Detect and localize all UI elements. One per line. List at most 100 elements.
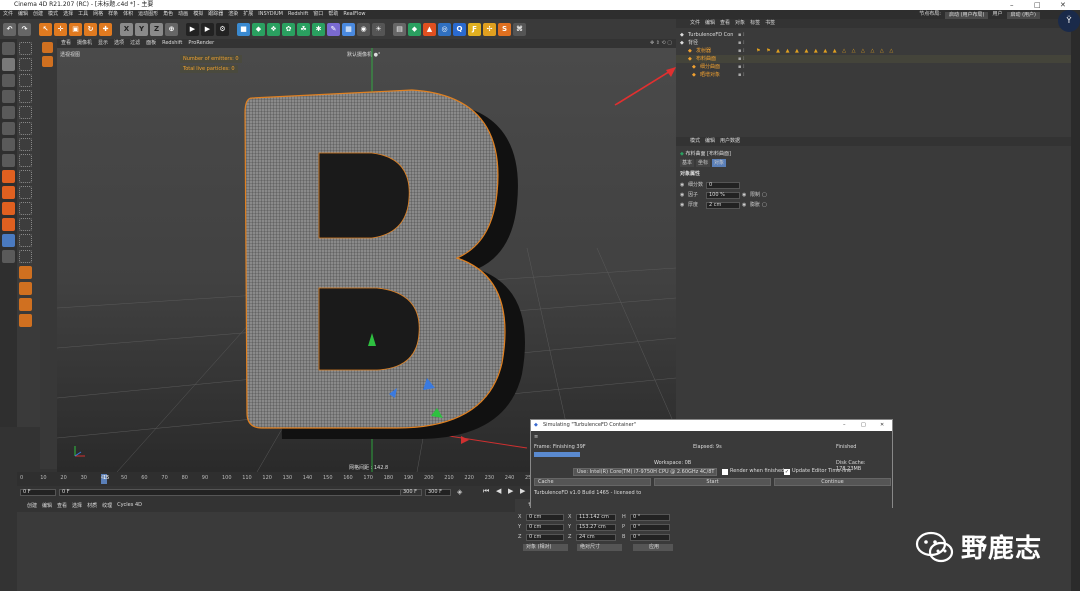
menu-item[interactable]: 创建 xyxy=(33,10,43,19)
effector-icon[interactable]: ✱ xyxy=(312,22,325,36)
spline-pen-icon[interactable]: ✎ xyxy=(327,22,340,36)
make-editable-icon[interactable] xyxy=(2,42,15,55)
material-menu-item[interactable]: 纹理 xyxy=(102,502,112,509)
menu-item[interactable]: 样条 xyxy=(108,10,118,19)
close-icon[interactable]: ✕ xyxy=(1060,0,1066,10)
render-when-finished-checkbox[interactable] xyxy=(722,469,728,475)
material-menu-item[interactable]: 查看 xyxy=(57,502,67,509)
coord-rotation-field[interactable]: 0 ° xyxy=(630,534,670,541)
magnet-icon[interactable] xyxy=(19,266,32,279)
coord-size-field[interactable]: 24 cm xyxy=(576,534,616,541)
animation-dot-icon[interactable]: ◉ xyxy=(680,201,684,209)
attribute-field-value[interactable]: 2 cm xyxy=(706,202,740,209)
attribute-tab[interactable]: 对象 xyxy=(712,159,727,167)
menu-item[interactable]: RealFlow xyxy=(343,10,365,19)
solo-icon[interactable] xyxy=(2,218,15,231)
qp-icon[interactable]: Q xyxy=(453,22,466,36)
object-row[interactable]: ◆ 发射器 ▪ ⁞ ⚑ ⚑ ▲ ▲ ▲ ▲ ▲ ▲ ▲ △ △ △ △ △ △ xyxy=(676,47,1071,55)
sculpt-icon[interactable] xyxy=(2,250,15,263)
camera-icon[interactable]: ◉ xyxy=(357,22,370,36)
coord-rotation-field[interactable]: 0 ° xyxy=(630,524,670,531)
dialog-close-icon[interactable]: ✕ xyxy=(880,420,884,431)
snap-icon[interactable] xyxy=(2,170,15,183)
edges-mode-icon[interactable] xyxy=(2,122,15,135)
viewport-solo-icon[interactable] xyxy=(42,42,53,53)
realflow-icon[interactable]: S xyxy=(498,22,511,36)
render-view-icon[interactable]: ▶ xyxy=(186,22,199,36)
continue-button[interactable]: Continue xyxy=(774,478,891,486)
fd-icon[interactable]: Ƒ xyxy=(468,22,481,36)
rotate-icon[interactable]: ↻ xyxy=(84,22,97,36)
menu-item[interactable]: Redshift xyxy=(288,10,308,19)
current-frame-field[interactable]: 0 F xyxy=(59,489,419,496)
object-name[interactable]: 背径 xyxy=(688,39,698,47)
coord-size-field[interactable]: 113.142 cm xyxy=(576,514,616,521)
light-icon[interactable]: ☀ xyxy=(372,22,385,36)
turbulencefd-icon[interactable]: ◎ xyxy=(438,22,451,36)
coord-apply-button[interactable]: 应用 xyxy=(633,544,673,551)
points-mode-icon[interactable] xyxy=(2,106,15,119)
object-menu-item[interactable]: 对象 xyxy=(735,19,745,28)
workplane-lock-icon[interactable] xyxy=(2,202,15,215)
material-menu-item[interactable]: 选择 xyxy=(72,502,82,509)
animation-dot-icon[interactable]: ◉ xyxy=(742,201,746,209)
coord-rotation-field[interactable]: 0 ° xyxy=(630,514,670,521)
select-invert-icon[interactable] xyxy=(19,218,32,231)
dialog-maximize-icon[interactable]: □ xyxy=(861,420,866,431)
texture-mode-icon[interactable] xyxy=(2,74,15,87)
object-name[interactable]: 细分曲面 xyxy=(700,63,720,71)
select-loop-icon[interactable] xyxy=(19,90,32,103)
select-phong-icon[interactable] xyxy=(19,138,32,151)
coord-mode-select[interactable]: 对象 (相对) xyxy=(523,544,568,551)
attribute-menu-item[interactable]: 编辑 xyxy=(705,137,715,146)
select-fill-icon[interactable] xyxy=(19,122,32,135)
attribute-menu-item[interactable]: 模式 xyxy=(690,137,700,146)
xpresso-icon[interactable]: ◆ xyxy=(408,22,421,36)
object-row[interactable]: ◆ 细分曲面 ▪ ⁞ xyxy=(676,63,1071,71)
menu-item[interactable]: 选择 xyxy=(63,10,73,19)
menu-item[interactable]: 模拟 xyxy=(193,10,203,19)
x-axis-icon[interactable]: X xyxy=(120,22,133,36)
attribute-menu-item[interactable]: 用户数据 xyxy=(720,137,740,146)
visibility-toggle-icon[interactable]: ▪ ⁞ xyxy=(738,39,745,47)
object-row[interactable]: ◆ 布料曲面 ▪ ⁞ xyxy=(676,55,1071,63)
object-menu-item[interactable]: 书签 xyxy=(765,19,775,28)
menu-item[interactable]: 文件 xyxy=(3,10,13,19)
viewport-nav-icons[interactable]: ✥ ⇕ ⟲ ▢ xyxy=(650,39,672,48)
object-name[interactable]: TurbulenceFD Con xyxy=(688,31,733,39)
select-grow-icon[interactable] xyxy=(19,154,32,167)
axis-mode-icon[interactable] xyxy=(2,154,15,167)
dialog-minimize-icon[interactable]: – xyxy=(843,420,846,431)
cube-icon[interactable]: ■ xyxy=(237,22,250,36)
cloner-icon[interactable]: ❖ xyxy=(267,22,280,36)
viewport-menu-item[interactable]: 过滤 xyxy=(130,39,140,48)
animation-dot-icon[interactable]: ◉ xyxy=(742,191,746,199)
quantize-icon[interactable] xyxy=(2,186,15,199)
menu-item[interactable]: 跟踪器 xyxy=(208,10,223,19)
minimize-icon[interactable]: – xyxy=(1010,0,1014,10)
scale-icon[interactable]: ▣ xyxy=(69,22,82,36)
undo-icon[interactable]: ↶ xyxy=(3,22,16,36)
menu-item[interactable]: INSYDIUM xyxy=(258,10,283,19)
generator-icon[interactable]: ☘ xyxy=(297,22,310,36)
max-frame-field[interactable]: 300 F xyxy=(425,489,451,496)
material-menu-item[interactable]: 编辑 xyxy=(42,502,52,509)
recent-tool-icon[interactable]: ✚ xyxy=(99,22,112,36)
object-menu-item[interactable]: 查看 xyxy=(720,19,730,28)
attribute-tab[interactable]: 坐标 xyxy=(696,159,711,167)
z-axis-icon[interactable]: Z xyxy=(150,22,163,36)
play-icon[interactable]: ▶ xyxy=(508,487,513,495)
end-frame-field[interactable]: 300 F xyxy=(400,489,422,496)
letter-b-model[interactable] xyxy=(244,89,525,439)
object-menu-item[interactable]: 编辑 xyxy=(705,19,715,28)
coord-size-field[interactable]: 153.27 cm xyxy=(576,524,616,531)
select-lasso-icon[interactable] xyxy=(19,58,32,71)
brush-icon[interactable] xyxy=(19,282,32,295)
object-row[interactable]: ◆ 背径 ▪ ⁞ xyxy=(676,39,1071,47)
menu-item[interactable]: 角色 xyxy=(163,10,173,19)
coord-position-field[interactable]: 0 cm xyxy=(526,514,564,521)
layer-icon[interactable] xyxy=(2,234,15,247)
render-settings-icon[interactable]: ⚙ xyxy=(216,22,229,36)
select-convert-icon[interactable] xyxy=(19,186,32,199)
visibility-toggle-icon[interactable]: ▪ ⁞ xyxy=(738,55,745,63)
